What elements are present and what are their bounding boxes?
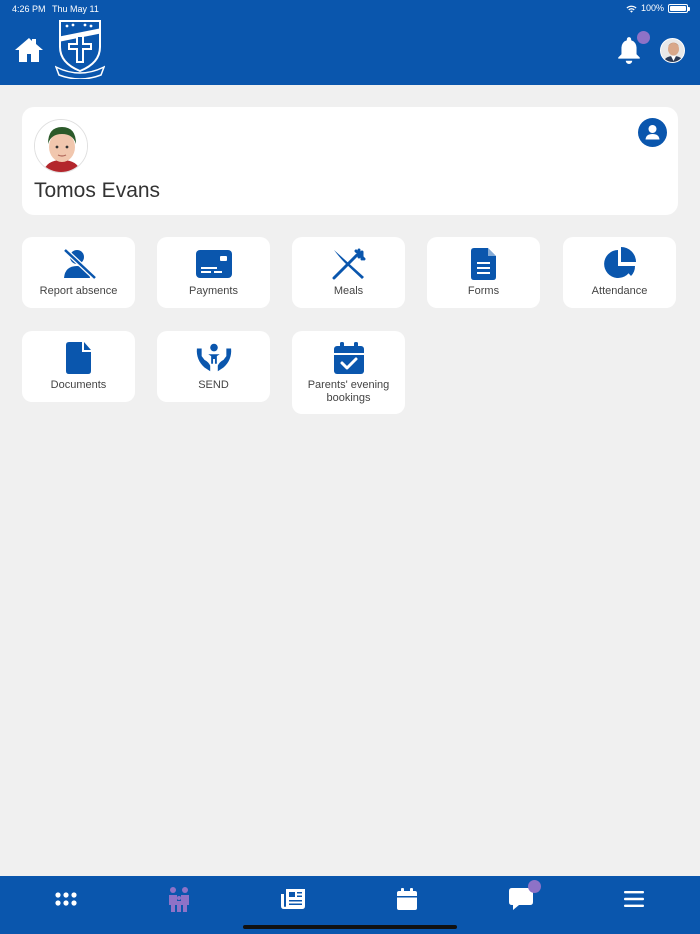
utensils-icon — [330, 247, 368, 281]
wifi-icon — [626, 5, 637, 13]
document-icon — [60, 341, 98, 375]
battery-icon — [668, 3, 690, 13]
student-card: Tomos Evans — [22, 107, 678, 215]
school-crest-logo — [54, 17, 106, 80]
battery-percent: 100% — [640, 3, 664, 13]
calendar-icon — [397, 888, 417, 910]
tile-label: Attendance — [591, 285, 648, 297]
tile-payments[interactable]: Payments — [157, 237, 270, 308]
user-avatar[interactable] — [660, 38, 685, 63]
apps-grid-icon — [55, 892, 77, 906]
tile-documents[interactable]: Documents — [22, 331, 135, 402]
tile-label: Meals — [333, 285, 364, 297]
home-indicator — [243, 925, 457, 929]
form-icon — [465, 247, 503, 281]
nav-calendar[interactable] — [394, 886, 420, 912]
student-profile-button[interactable] — [638, 118, 667, 147]
pie-chart-icon — [601, 247, 639, 281]
student-name: Tomos Evans — [34, 179, 161, 202]
person-off-icon — [60, 247, 98, 281]
person-icon — [645, 125, 660, 140]
tile-label: Documents — [50, 379, 107, 391]
nav-menu[interactable] — [621, 886, 647, 912]
student-photo — [34, 119, 88, 173]
tile-forms[interactable]: Forms — [427, 237, 540, 308]
tile-label: Report absence — [39, 285, 118, 297]
tile-meals[interactable]: Meals — [292, 237, 405, 308]
tile-label: Payments — [189, 285, 238, 297]
nav-news[interactable] — [280, 886, 306, 912]
home-button[interactable] — [14, 36, 44, 64]
tile-attendance[interactable]: Attendance — [563, 237, 676, 308]
hands-child-icon — [195, 341, 233, 375]
menu-icon — [624, 891, 644, 907]
messages-badge — [528, 880, 541, 893]
notification-badge — [637, 31, 650, 44]
family-icon — [169, 887, 189, 912]
status-date: Thu May 11 — [52, 4, 99, 14]
tile-parents-evening-bookings[interactable]: Parents' evening bookings — [292, 331, 405, 414]
tile-report-absence[interactable]: Report absence — [22, 237, 135, 308]
tile-send[interactable]: SEND — [157, 331, 270, 402]
card-icon — [195, 247, 233, 281]
tile-label: Parents' evening bookings — [307, 379, 390, 404]
tile-label: SEND — [198, 379, 229, 391]
nav-family[interactable] — [166, 886, 192, 912]
newspaper-icon — [281, 889, 305, 909]
status-right: 100% — [626, 3, 690, 13]
home-icon — [15, 38, 43, 62]
status-bar: 4:26 PM Thu May 11 100% — [0, 0, 700, 18]
tile-label: Forms — [467, 285, 500, 297]
app-header: 4:26 PM Thu May 11 100% — [0, 0, 700, 85]
calendar-check-icon — [330, 341, 368, 375]
status-time: 4:26 PM — [12, 4, 46, 14]
nav-apps[interactable] — [53, 886, 79, 912]
